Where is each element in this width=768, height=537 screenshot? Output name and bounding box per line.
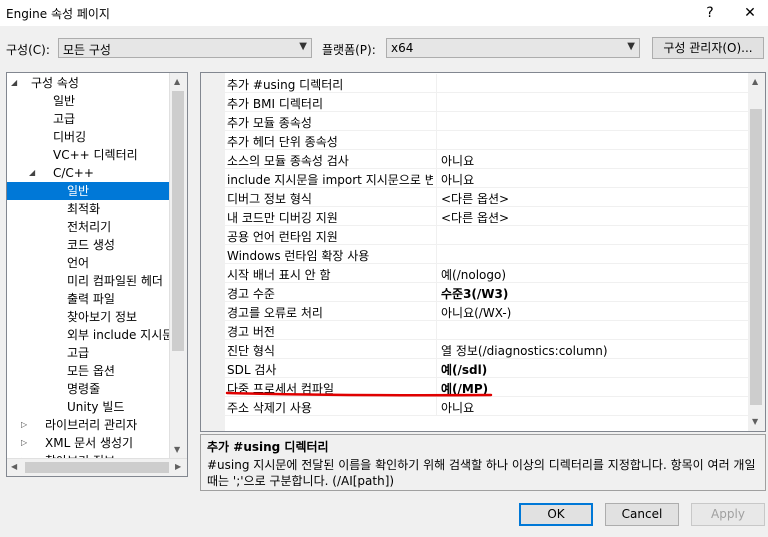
tree-item[interactable]: VC++ 디렉터리 xyxy=(53,146,138,164)
tree-hscroll-thumb[interactable] xyxy=(25,462,169,473)
tree-item[interactable]: 코드 생성 xyxy=(67,236,115,254)
config-select-value: 모든 구성 xyxy=(63,43,111,57)
tree-item-label: 고급 xyxy=(53,112,76,126)
tree-item[interactable]: 출력 파일 xyxy=(67,290,115,308)
property-tree[interactable]: 구성 속성 ◢ 일반 고급 디버깅 VC++ 디렉터리 C/C++ ◢ 일반 최적화 전처리기 코드 … xyxy=(6,72,188,477)
config-manager-button[interactable]: 구성 관리자(O)... xyxy=(652,37,764,59)
tree-horizontal-scrollbar[interactable]: ◀ ▶ xyxy=(7,458,187,476)
tree-item[interactable]: 찾아보기 정보 xyxy=(67,308,137,326)
tree-item-label: 최적화 xyxy=(67,202,101,216)
tree-item-label: 구성 속성 xyxy=(31,76,79,90)
tree-item[interactable]: 미리 컴파일된 헤더 xyxy=(67,272,163,290)
tree-item-label: 모든 옵션 xyxy=(67,364,115,378)
tree-item[interactable]: 외부 include 지시문 xyxy=(67,326,173,344)
config-select[interactable]: 모든 구성 ▼ xyxy=(58,38,312,58)
expanded-arrow-icon[interactable]: ◢ xyxy=(29,168,35,177)
platform-label: 플랫폼(P): xyxy=(322,43,376,57)
apply-button[interactable]: Apply xyxy=(691,503,765,526)
red-underline-annotation xyxy=(225,391,493,397)
tree-item[interactable]: 디버깅 xyxy=(53,128,86,146)
tree-item-label: C/C++ xyxy=(53,166,94,180)
tree-scroll-thumb[interactable] xyxy=(172,91,184,351)
tree-item-label: Unity 빌드 xyxy=(67,400,125,414)
tree-item-label: 전처리기 xyxy=(67,220,112,234)
scroll-down-icon[interactable]: ▼ xyxy=(174,445,180,454)
scroll-right-icon[interactable]: ▶ xyxy=(175,462,181,471)
close-button[interactable]: ✕ xyxy=(736,3,764,23)
tree-item-label: 고급 xyxy=(67,346,90,360)
description-panel: 추가 #using 디렉터리 #using 지시문에 전달된 이름을 확인하기 … xyxy=(200,434,766,491)
tree-item-label: XML 문서 생성기 xyxy=(45,436,134,450)
tree-item[interactable]: 명령줄 xyxy=(67,380,100,398)
ok-button[interactable]: OK xyxy=(519,503,593,526)
tree-item-label: 언어 xyxy=(67,256,90,270)
scroll-up-icon[interactable]: ▲ xyxy=(174,77,180,86)
tree-item-label: 코드 생성 xyxy=(67,238,115,252)
tree-item-label: 미리 컴파일된 헤더 xyxy=(67,274,163,288)
cancel-button[interactable]: Cancel xyxy=(605,503,679,526)
chevron-down-icon: ▼ xyxy=(299,41,307,52)
tree-item-label: 라이브러리 관리자 xyxy=(45,418,138,432)
tree-item[interactable]: C/C++ xyxy=(53,164,94,182)
tree-vertical-scrollbar[interactable]: ▲ ▼ xyxy=(169,73,187,459)
collapsed-arrow-icon[interactable]: ▷ xyxy=(21,420,27,429)
tree-item[interactable]: 일반 xyxy=(53,92,75,110)
tree-item-label: VC++ 디렉터리 xyxy=(53,148,138,162)
tree-item-label: 일반 xyxy=(67,184,90,198)
description-text: #using 지시문에 전달된 이름을 확인하기 위해 검색할 하나 이상의 디… xyxy=(207,458,756,488)
tree-item[interactable]: 구성 속성 xyxy=(31,74,79,92)
tree-item[interactable]: 모든 옵션 xyxy=(67,362,115,380)
chevron-down-icon: ▼ xyxy=(627,41,635,52)
tree-item[interactable]: Unity 빌드 xyxy=(67,398,124,416)
window-title: Engine 속성 페이지 xyxy=(6,7,110,21)
tree-item[interactable]: 전처리기 xyxy=(67,218,111,236)
tree-item-label: 출력 파일 xyxy=(67,292,115,306)
tree-item[interactable]: 라이브러리 관리자 xyxy=(45,416,137,434)
expanded-arrow-icon[interactable]: ◢ xyxy=(11,78,17,87)
scroll-left-icon[interactable]: ◀ xyxy=(11,462,17,471)
tree-item-label: 찾아보기 정보 xyxy=(67,310,138,324)
platform-select[interactable]: x64 ▼ xyxy=(386,38,640,58)
tree-item[interactable]: 일반 xyxy=(7,182,170,200)
platform-select-value: x64 xyxy=(391,41,414,55)
tree-item-label: 일반 xyxy=(53,94,76,108)
tree-item-label: 명령줄 xyxy=(67,382,101,396)
property-grid[interactable]: 추가 #using 디렉터리 추가 BMI 디렉터리 추가 모듈 종속성 추가 헤더 … xyxy=(200,72,766,432)
tree-item-label: 외부 include 지시문 xyxy=(67,328,174,342)
tree-item[interactable]: XML 문서 생성기 xyxy=(45,434,133,452)
title-bar: Engine 속성 페이지 ? ✕ xyxy=(0,0,768,26)
tree-item[interactable]: 언어 xyxy=(67,254,89,272)
collapsed-arrow-icon[interactable]: ▷ xyxy=(21,438,27,447)
tree-item[interactable]: 고급 xyxy=(53,110,75,128)
tree-item[interactable]: 고급 xyxy=(67,344,89,362)
tree-item-label: 디버깅 xyxy=(53,130,87,144)
tree-item[interactable]: 최적화 xyxy=(67,200,100,218)
help-button[interactable]: ? xyxy=(696,3,724,23)
description-title: 추가 #using 디렉터리 xyxy=(207,440,329,454)
config-label: 구성(C): xyxy=(6,43,50,57)
